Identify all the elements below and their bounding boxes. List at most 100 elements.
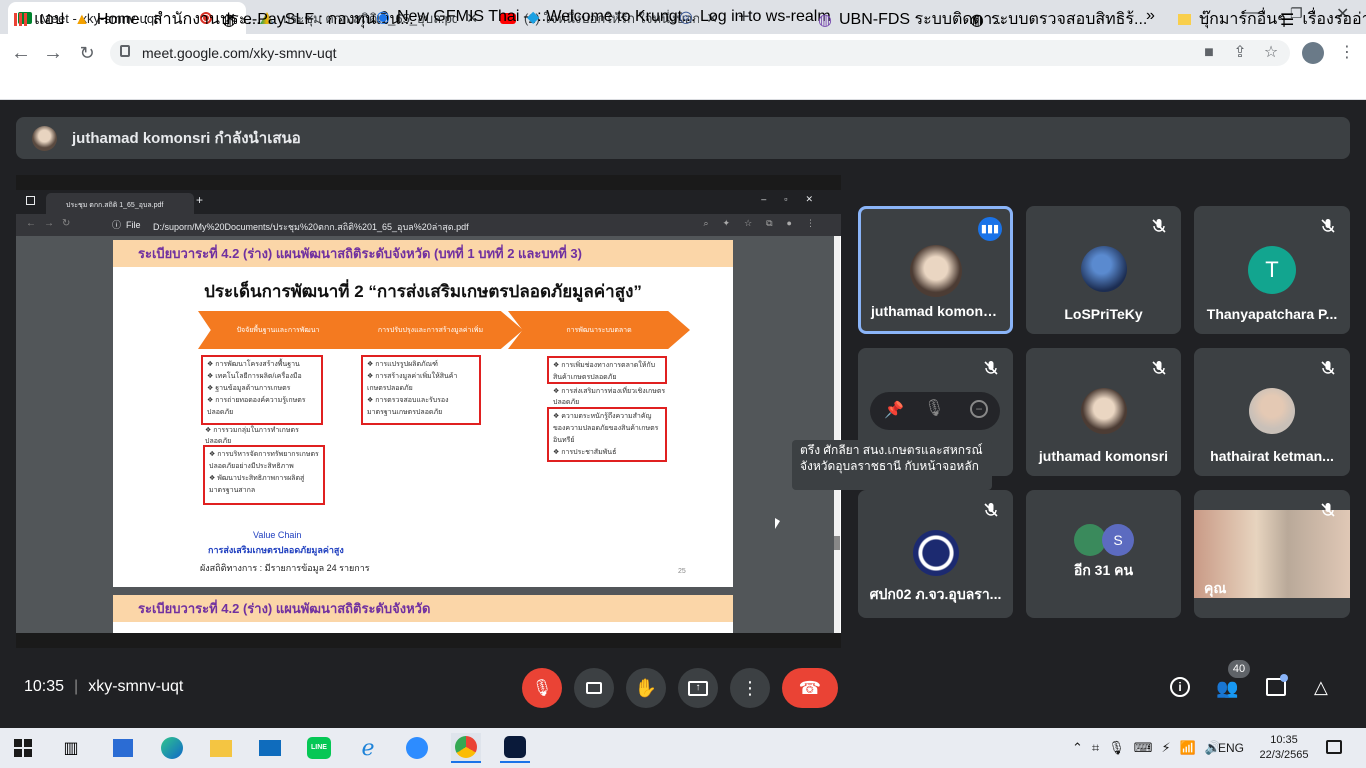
more-participants-tile[interactable]: S อีก 31 คน — [1026, 490, 1181, 618]
participant-name: hathairat ketman... — [1210, 448, 1334, 464]
mic-off-icon — [984, 361, 998, 375]
arrow-step-2: การปรับปรุงและการสร้างมูลค่าเพิ่ม — [338, 311, 523, 349]
mail-icon[interactable] — [255, 733, 285, 763]
mic-off-icon — [1321, 219, 1335, 233]
forward-icon[interactable]: → — [42, 42, 64, 64]
bookmark-label: แอป — [34, 11, 65, 28]
avatar — [909, 245, 962, 297]
people-icon[interactable]: 👥 — [1216, 678, 1238, 699]
more-options-button[interactable]: ⋮ — [730, 668, 770, 708]
site-icon: ◍ — [818, 11, 832, 29]
participant-tile[interactable]: ▮▮▮ juthamad komonsri — [858, 206, 1013, 334]
leave-call-button[interactable]: ☎ — [782, 668, 838, 708]
participant-tile[interactable]: T Thanyapatchara P... — [1194, 206, 1350, 334]
participant-tile[interactable]: LoSPriTeKy — [1026, 206, 1181, 334]
bookmark-folder[interactable]: บุ๊กมาร์กอื่นๆ — [1178, 7, 1286, 32]
pdf-new-tab[interactable]: + — [196, 193, 203, 207]
banner-text: juthamad komonsri กำลังนำเสนอ — [72, 130, 301, 147]
system-tray-icons[interactable]: ⌃⌗🎙⌨⚡📶🔊 — [1072, 740, 1230, 756]
profile-avatar[interactable] — [1302, 42, 1324, 64]
avatar — [1080, 388, 1127, 434]
file-explorer-icon[interactable] — [206, 733, 236, 763]
input-language[interactable]: ENG — [1218, 741, 1244, 755]
edge-icon[interactable] — [157, 733, 187, 763]
task-view-icon[interactable]: ▥ — [56, 733, 86, 763]
internet-explorer-icon[interactable]: ℯ — [353, 733, 383, 763]
pdf-tab-strip: ประชุม ตกก.สถิติ 1_65_อุบล.pdf + –▫✕ — [16, 190, 841, 214]
value-chain-sub: การส่งเสริมเกษตรปลอดภัยมูลค่าสูง — [208, 545, 344, 555]
mic-off-icon — [1321, 361, 1335, 375]
box-value-added: ❖ การแปรรูปผลิตภัณฑ์ ❖ การสร้างมูลค่าเพิ่… — [361, 355, 481, 425]
bookmarks-overflow-icon[interactable]: » — [1146, 7, 1155, 25]
participant-name: คุณ — [1204, 580, 1227, 596]
participant-tile[interactable]: hathairat ketman... — [1194, 348, 1350, 476]
slide-title: ประเด็นการพัฒนาที่ 2 “การส่งเสริมเกษตรปล… — [204, 282, 642, 301]
site-icon: ◉ — [376, 9, 390, 26]
avatar — [1249, 388, 1295, 434]
meeting-info-icon[interactable]: i — [1170, 677, 1190, 697]
pdf-page-next: ระเบียบวาระที่ 4.2 (ร่าง) แผนพัฒนาสถิติร… — [113, 595, 733, 633]
bookmark-label: Welcome to Krungt... — [546, 8, 696, 25]
pdf-page: ระเบียบวาระที่ 4.2 (ร่าง) แผนพัฒนาสถิติร… — [113, 240, 733, 587]
pdf-toolbar-icons[interactable]: ⌕✦☆⧉●⋮ — [703, 218, 829, 229]
mic-off-icon — [984, 503, 998, 517]
webex-icon[interactable] — [500, 733, 530, 763]
nav-arrows-icon: ←→↻ — [26, 218, 79, 229]
participant-count-badge: 40 — [1228, 660, 1250, 678]
presenting-banner: juthamad komonsri กำลังนำเสนอ — [16, 117, 1350, 159]
self-video-tile[interactable]: คุณ — [1194, 490, 1350, 618]
meeting-code: xky-smnv-uqt — [88, 678, 184, 695]
share-icon[interactable]: ⇪ — [1229, 42, 1251, 64]
mic-off-icon — [1152, 219, 1166, 233]
store-icon[interactable] — [108, 733, 138, 763]
bookmark-apps[interactable]: แอป — [14, 7, 64, 32]
camera-toggle-button[interactable] — [574, 668, 614, 708]
address-bar[interactable]: meet.google.com/xky-smnv-uqt — [110, 40, 1290, 66]
zoom-icon[interactable] — [402, 733, 432, 763]
bookmark-item[interactable]: ◍ ระบบตรวจสอบสิทธิร้... — [970, 7, 1147, 32]
camera-icon[interactable]: ■ — [1198, 42, 1220, 64]
menu-icon[interactable]: ⋮ — [1336, 42, 1358, 64]
reading-list[interactable]: ☰ เรื่องรออ่าน — [1280, 7, 1366, 32]
presenter-avatar — [32, 126, 57, 151]
taskbar-clock[interactable]: 10:35 22/3/2565 — [1256, 733, 1312, 763]
bookmark-label: ระบบตรวจสอบสิทธิร้... — [990, 11, 1148, 28]
arrow-step-3: การพัฒนาระบบตลาด — [508, 311, 690, 349]
raise-hand-button[interactable]: ✋ — [626, 668, 666, 708]
reload-icon[interactable]: ↻ — [76, 42, 98, 64]
globe-icon: ◍ — [222, 11, 236, 29]
mic-toggle-button[interactable]: 🎙 — [522, 668, 562, 708]
bookmark-item[interactable]: ◆ Welcome to Krungt... — [527, 7, 695, 27]
star-icon[interactable]: ☆ — [1260, 42, 1282, 64]
avatar-initial: S — [1102, 524, 1134, 556]
value-chain-label: Value Chain — [253, 530, 302, 540]
participant-name: LoSPriTeKy — [1064, 306, 1143, 322]
pdf-window-controls[interactable]: –▫✕ — [761, 194, 831, 205]
back-icon[interactable]: ← — [10, 42, 32, 64]
pdf-scrollbar[interactable] — [834, 236, 840, 633]
bookmark-item[interactable]: ◎ Log in to ws-realm — [679, 7, 831, 27]
remove-icon[interactable]: − — [970, 400, 988, 418]
line-icon[interactable]: LINE — [304, 733, 334, 763]
notification-center-icon[interactable] — [1326, 740, 1342, 754]
pin-icon[interactable]: 📌 — [884, 400, 904, 420]
arrow-step-1: ปัจจัยพื้นฐานและการพัฒนา — [198, 311, 358, 349]
box-awareness: ❖ ความตระหนักรู้ถึงความสำคัญของความปลอดภ… — [547, 407, 667, 462]
url-text: meet.google.com/xky-smnv-uqt — [142, 45, 337, 61]
mute-participant-icon[interactable]: 🎙 — [924, 398, 944, 418]
avatar-initial: T — [1248, 246, 1296, 294]
chrome-icon[interactable] — [451, 733, 481, 763]
pdf-tab[interactable]: ประชุม ตกก.สถิติ 1_65_อุบล.pdf — [46, 193, 194, 214]
participant-tile[interactable]: juthamad komonsri — [1026, 348, 1181, 476]
box-infrastructure: ❖ การพัฒนาโครงสร้างพื้นฐาน ❖ เทคโนโลยีการ… — [201, 355, 323, 425]
more-vert-icon: ⋮ — [741, 677, 759, 698]
participant-tile[interactable]: ศปก02 ภ.จว.อุบลรา... — [858, 490, 1013, 618]
participant-name: อีก 31 คน — [1073, 562, 1134, 578]
globe-icon: ◍ — [970, 11, 984, 29]
present-button[interactable]: ↑ — [678, 668, 718, 708]
windows-start-icon[interactable] — [14, 739, 32, 757]
activities-icon[interactable]: △ — [1314, 677, 1328, 698]
avatar — [1080, 246, 1127, 292]
hand-icon: ✋ — [634, 677, 658, 698]
lock-icon — [120, 45, 130, 57]
